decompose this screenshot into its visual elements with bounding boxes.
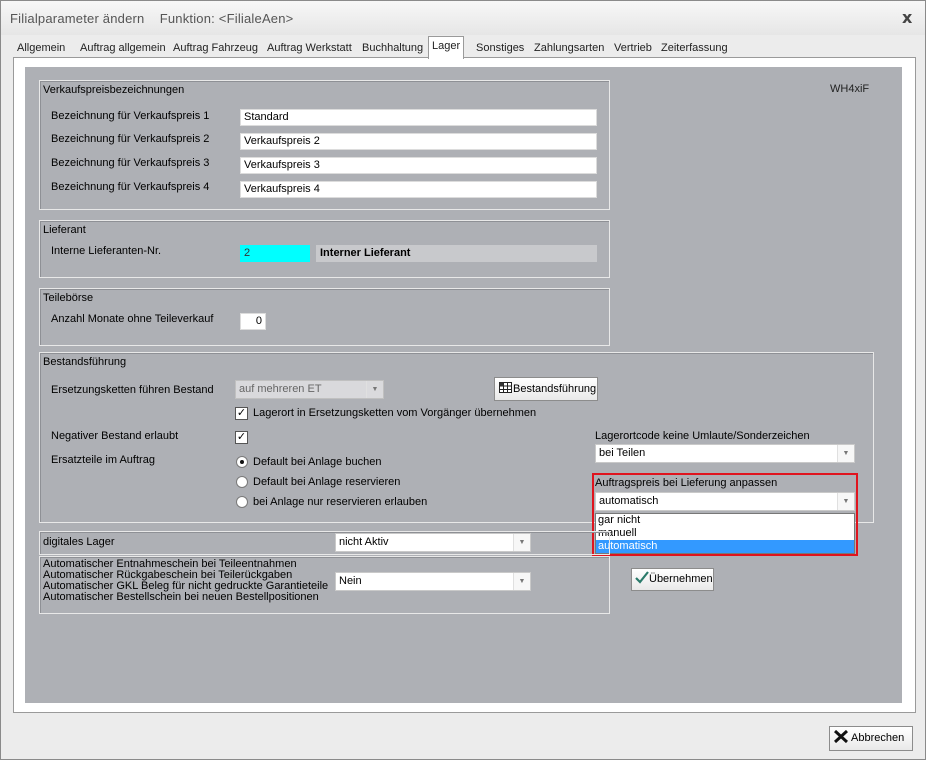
chevron-down-icon: ▼ [366,381,383,398]
ersetzung-select: auf mehreren ET ▼ [235,380,384,399]
digital-select[interactable]: nicht Aktiv ▼ [335,533,531,552]
chevron-down-icon: ▼ [513,573,530,590]
lagerortcode-select-value: bei Teilen [599,447,646,459]
chevron-down-icon: ▼ [837,445,854,462]
ersetzung-label: Ersetzungsketten führen Bestand [51,384,214,396]
chevron-down-icon: ▼ [513,534,530,551]
group-title: Teilebörse [43,292,94,304]
abbrechen-button-label: Abbrechen [851,732,905,744]
lieferant-nr-input[interactable]: 2 [240,245,310,262]
lagerortcode-select[interactable]: bei Teilen ▼ [595,444,855,463]
tab-buchhaltung[interactable]: Buchhaltung [358,38,427,58]
radio-buchen[interactable] [236,456,248,468]
tab-auftrag-allgemein[interactable]: Auftrag allgemein [76,38,170,58]
negativ-checkbox[interactable]: ✓ [235,431,248,444]
vk3-label: Bezeichnung für Verkaufspreis 3 [51,157,210,169]
close-icon[interactable]: x [902,8,912,27]
uebernehmen-button-label: Übernehmen [649,573,713,585]
digital-label: digitales Lager [43,536,115,548]
highlight-frame [592,473,858,556]
lagerort-checkbox[interactable]: ✓ [235,407,248,420]
monate-input[interactable]: 0 [240,313,266,330]
vk4-label: Bezeichnung für Verkaufspreis 4 [51,181,210,193]
lieferant-name-field: Interner Lieferant [316,245,597,262]
grid-icon [499,379,512,393]
group-title: Verkaufspreisbezeichnungen [43,84,185,96]
title-bar: Filialparameter ändern Funktion: <Filial… [1,1,925,35]
close-icon [833,729,849,744]
tab-sonstiges[interactable]: Sonstiges [472,38,528,58]
checkmark-icon [635,571,649,584]
radio-nur-reservieren-label: bei Anlage nur reservieren erlauben [253,496,428,508]
tab-zeiterfassung[interactable]: Zeiterfassung [657,38,732,58]
vk4-input[interactable]: Verkaufspreis 4 [240,181,597,198]
lagerort-checkbox-label: Lagerort in Ersetzungsketten vom Vorgäng… [253,407,537,419]
automatik-select-value: Nein [339,575,362,587]
tab-zahlungsarten[interactable]: Zahlungsarten [530,38,608,58]
tab-lager[interactable]: Lager [428,36,465,59]
vk1-label: Bezeichnung für Verkaufspreis 1 [51,110,210,122]
radio-reservieren-label: Default bei Anlage reservieren [253,476,401,488]
automatik-select[interactable]: Nein ▼ [335,572,531,591]
bestandsfuehrung-button-label: Bestandsführung [513,383,597,395]
vk2-label: Bezeichnung für Verkaufspreis 2 [51,133,210,145]
window-title: Filialparameter ändern Funktion: <Filial… [10,11,294,26]
monate-label: Anzahl Monate ohne Teileverkauf [51,313,214,325]
tab-allgemein[interactable]: Allgemein [13,38,69,58]
tab-strip: Allgemein Auftrag allgemein Auftrag Fahr… [13,36,918,59]
radio-dot [240,460,244,464]
vk3-input[interactable]: Verkaufspreis 3 [240,157,597,174]
radio-nur-reservieren[interactable] [236,496,248,508]
bestandsfuehrung-button[interactable]: Bestandsführung [494,377,598,401]
ersatzteile-label: Ersatzteile im Auftrag [51,454,155,466]
group-title: Bestandsführung [43,356,127,368]
negativ-label: Negativer Bestand erlaubt [51,430,179,442]
group-title: Lieferant [43,224,86,236]
ersetzung-select-value: auf mehreren ET [239,383,322,395]
tab-auftrag-fahrzeug[interactable]: Auftrag Fahrzeug [169,38,262,58]
radio-buchen-label: Default bei Anlage buchen [253,456,382,468]
abbrechen-button[interactable]: Abbrechen [829,726,913,751]
lieferant-nr-label: Interne Lieferanten-Nr. [51,245,162,257]
vk2-input[interactable]: Verkaufspreis 2 [240,133,597,150]
vk1-input[interactable]: Standard [240,109,597,126]
tab-vertrieb[interactable]: Vertrieb [610,38,656,58]
automatik-line-4: Automatischer Bestellschein bei neuen Be… [43,591,319,603]
lagerortcode-label: Lagerortcode keine Umlaute/Sonderzeichen [595,430,810,442]
uebernehmen-button[interactable]: Übernehmen [631,568,714,591]
digital-select-value: nicht Aktiv [339,536,389,548]
form-code-label: WH4xiF [830,83,870,95]
tab-auftrag-werkstatt[interactable]: Auftrag Werkstatt [263,38,356,58]
radio-reservieren[interactable] [236,476,248,488]
